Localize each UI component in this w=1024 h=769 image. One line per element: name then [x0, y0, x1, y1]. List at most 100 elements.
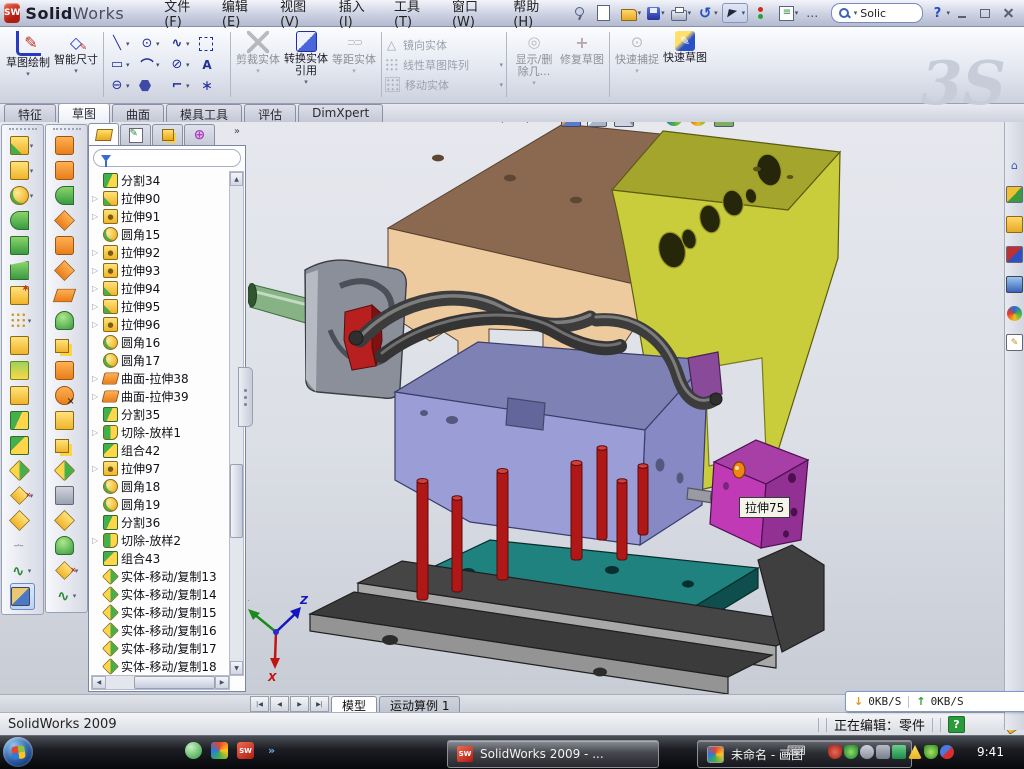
tab-nav-button[interactable]: |◀ [250, 696, 269, 712]
ribbon-tab[interactable]: 曲面 [112, 104, 164, 122]
design-library-icon[interactable] [1006, 186, 1023, 203]
tree-item[interactable]: 拉伸90 [91, 189, 230, 207]
scrollbar-thumb[interactable] [230, 464, 243, 538]
tree-horizontal-scrollbar[interactable]: ◀ ▶ [91, 675, 230, 690]
dropdown-arrow-icon[interactable]: ▾ [156, 40, 160, 48]
overflow-icon[interactable]: ▾ [802, 4, 827, 22]
assembly-3d-model[interactable]: Y Z X [248, 122, 1024, 694]
flex-icon[interactable]: ▾ [55, 233, 79, 258]
menu-item[interactable]: 帮助(H) [499, 0, 558, 33]
shell-icon[interactable]: ▾ [10, 383, 36, 408]
expand-arrow-icon[interactable] [92, 248, 100, 257]
tab-nav-button[interactable]: ▶| [310, 696, 329, 712]
model-insert-block[interactable] [710, 440, 808, 548]
select-arrow-icon[interactable]: ▾ [722, 3, 749, 23]
save-icon[interactable]: ▾ [645, 6, 667, 21]
tree-item[interactable]: 实体-移动/复制15 [91, 603, 230, 621]
dropdown-arrow-icon[interactable]: ▾ [186, 61, 190, 69]
tree-item[interactable]: 曲面-拉伸38 [91, 369, 230, 387]
flatten-surface-icon[interactable]: ▾ [55, 508, 79, 533]
expand-arrow-icon[interactable] [92, 374, 100, 383]
solidworks-launcher-icon[interactable]: SW [237, 742, 254, 759]
tree-item[interactable]: 切除-放样1 [91, 423, 230, 441]
expand-arrow-icon[interactable] [92, 464, 100, 473]
menu-item[interactable]: 窗口(W) [438, 0, 499, 33]
dropdown-arrow-icon[interactable]: ▾ [26, 70, 30, 78]
volume-icon[interactable] [876, 745, 890, 759]
defender-icon[interactable] [924, 745, 938, 759]
tree-item[interactable]: 圆角19 [91, 495, 230, 513]
dropdown-arrow-icon[interactable]: ▾ [532, 79, 536, 87]
quicklaunch-chevron-icon[interactable]: » [263, 742, 280, 759]
draft-icon[interactable]: ▾ [10, 358, 36, 383]
dropdown-arrow-icon[interactable]: ▾ [638, 9, 642, 17]
quick-snaps-button[interactable]: 快速捕捉 ▾ [613, 26, 661, 103]
tree-item[interactable]: 拉伸95 [91, 297, 230, 315]
dropdown-arrow-icon[interactable]: ▾ [126, 40, 130, 48]
quick-tips-icon[interactable]: ? [948, 716, 965, 733]
undo-icon[interactable]: ▾ [695, 4, 720, 22]
scroll-down-icon[interactable]: ▼ [230, 661, 243, 675]
dimxpert-tab-icon[interactable] [184, 124, 215, 145]
menu-item[interactable]: 插入(I) [325, 0, 380, 33]
update-icon[interactable] [860, 745, 874, 759]
expand-arrow-icon[interactable] [92, 194, 100, 203]
boss-icon[interactable]: ▾ [10, 233, 36, 258]
scale-icon[interactable]: ▾ [10, 508, 36, 533]
dropdown-arrow-icon[interactable]: ▾ [499, 61, 503, 69]
tree-item[interactable]: 圆角18 [91, 477, 230, 495]
dropdown-arrow-icon[interactable]: ▾ [304, 78, 308, 86]
tree-item[interactable]: 曲面-拉伸39 [91, 387, 230, 405]
tree-item[interactable]: 拉伸91 [91, 207, 230, 225]
menu-item[interactable]: 编辑(E) [208, 0, 266, 33]
tree-item[interactable]: 圆角16 [91, 333, 230, 351]
circle-icon[interactable]: ▾ [137, 33, 167, 54]
dropdown-arrow-icon[interactable]: ▾ [256, 67, 260, 75]
sketch-text-icon[interactable]: ▾ [197, 54, 227, 75]
configurationmanager-tab-icon[interactable] [152, 124, 183, 145]
convert-entities-button[interactable]: 转换实体引用 ▾ [282, 26, 330, 103]
move-copy-bodies-icon[interactable]: ▾ [10, 458, 36, 483]
help-button[interactable]: ▾ [927, 4, 952, 22]
scrollbar-thumb[interactable] [134, 676, 215, 689]
offset-entities-button[interactable]: 等距实体 ▾ [330, 26, 378, 103]
trim-region-icon[interactable]: ▾ [197, 33, 227, 54]
tree-item[interactable]: 拉伸97 [91, 459, 230, 477]
dome-icon[interactable]: ▾ [55, 533, 79, 558]
menu-item[interactable]: 文件(F) [150, 0, 208, 33]
dropdown-arrow-icon[interactable]: ▾ [74, 67, 78, 75]
tree-item[interactable]: 实体-移动/复制17 [91, 639, 230, 657]
dropdown-arrow-icon[interactable]: ▾ [688, 9, 692, 17]
network-icon[interactable] [892, 745, 906, 759]
dropdown-arrow-icon[interactable]: ▾ [714, 9, 718, 17]
revolve-boss-icon[interactable]: ▾ [55, 133, 79, 158]
ellipse-icon[interactable]: ▾ [167, 54, 197, 75]
spline-tool2-icon[interactable]: ▾ [55, 583, 79, 608]
spline-tool-icon[interactable]: ▾ [10, 558, 36, 583]
dropdown-arrow-icon[interactable]: ▾ [30, 167, 34, 175]
polygon-icon[interactable]: ▾ [137, 75, 167, 96]
dropdown-arrow-icon[interactable]: ▾ [499, 81, 503, 89]
arc-icon[interactable]: ▾ [137, 54, 167, 75]
dropdown-arrow-icon[interactable]: ▾ [661, 9, 665, 17]
scroll-left-icon[interactable]: ◀ [92, 676, 106, 689]
appearances-scenes-icon[interactable] [1007, 306, 1022, 321]
dropdown-arrow-icon[interactable]: ▾ [73, 592, 77, 600]
tree-item[interactable]: 拉伸92 [91, 243, 230, 261]
linear-sketch-pattern-button[interactable]: 线性草图阵列 ▾ [385, 57, 503, 73]
dropdown-arrow-icon[interactable]: ▾ [126, 82, 130, 90]
document-tab[interactable]: 运动算例 1 [379, 696, 460, 713]
lights-icon[interactable]: ▾ [750, 4, 775, 22]
menu-item[interactable]: 工具(T) [380, 0, 438, 33]
tree-item[interactable]: 组合42 [91, 441, 230, 459]
minimize-button[interactable] [952, 5, 972, 21]
tree-item[interactable]: 实体-移动/复制16 [91, 621, 230, 639]
dropdown-arrow-icon[interactable]: ▾ [742, 9, 746, 17]
copy-body-icon[interactable]: ▾ [55, 333, 79, 358]
warning-icon[interactable] [908, 745, 922, 759]
display-delete-relations-button[interactable]: 显示/删除几... ▾ [510, 26, 558, 103]
reference-plane-icon[interactable]: ▾ [55, 283, 79, 308]
sketch-fillet-icon[interactable]: ▾ [167, 75, 197, 96]
expand-arrow-icon[interactable] [92, 536, 100, 545]
hole-wizard-icon[interactable]: ▾ [10, 283, 36, 308]
